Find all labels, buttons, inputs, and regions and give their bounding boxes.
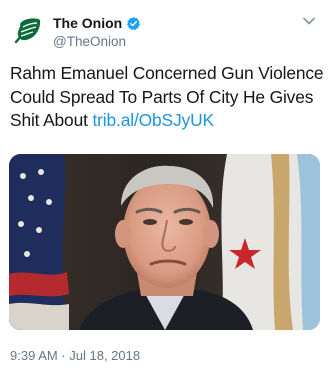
name-row: The Onion [53, 14, 141, 32]
account-identity: The Onion @TheOnion [53, 12, 141, 49]
account-handle[interactable]: @TheOnion [53, 34, 141, 49]
photo-illustration [9, 154, 320, 330]
display-name[interactable]: The Onion [53, 15, 122, 31]
us-flag [9, 154, 69, 330]
tweet-card: The Onion @TheOnion Rahm Emanuel Concern… [0, 0, 330, 377]
verified-badge-icon [127, 16, 141, 30]
chevron-down-icon[interactable] [302, 16, 316, 26]
chicago-flag [221, 154, 320, 330]
onion-logo-icon[interactable] [10, 14, 44, 48]
tweet-timestamp[interactable]: 9:39 AM · Jul 18, 2018 [10, 348, 140, 363]
tweet-link[interactable]: trib.al/ObSJyUK [92, 110, 214, 130]
tweet-text: Rahm Emanuel Concerned Gun Violence Coul… [10, 62, 325, 133]
tweet-header: The Onion @TheOnion [10, 12, 141, 52]
tweet-photo[interactable] [9, 154, 320, 330]
